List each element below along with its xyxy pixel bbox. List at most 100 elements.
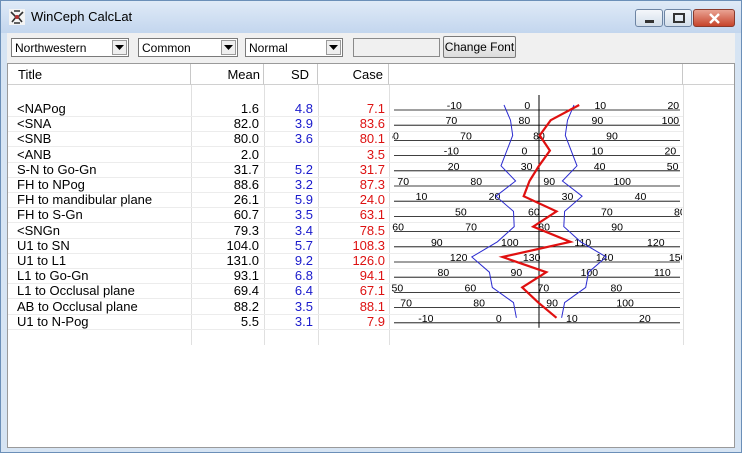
row-title: FH to S-Gn: [17, 207, 83, 223]
row-sd: 9.2: [294, 253, 313, 268]
scale-tick-label: 0: [524, 100, 530, 112]
scale-tick-label: 10: [416, 191, 428, 203]
row-title: <NAPog: [17, 101, 66, 116]
row-sd: 6.8: [294, 268, 313, 284]
row-mean: 69.4: [233, 283, 259, 299]
row-mean: 5.5: [240, 313, 259, 329]
region-select-value: Northwestern: [15, 41, 87, 55]
change-font-button[interactable]: Change Font: [443, 36, 516, 58]
row-sd: 5.2: [294, 161, 313, 177]
scale-tick-label: 120: [450, 252, 468, 264]
scale-tick-label: 40: [635, 191, 647, 203]
row-mean: 80.0: [233, 131, 259, 147]
row-title: <SNB: [17, 131, 52, 147]
scale-tick-label: 90: [592, 115, 604, 127]
row-title: FH to mandibular plane: [17, 192, 153, 208]
scale-tick-label: 130: [523, 252, 541, 264]
chevron-down-icon[interactable]: [326, 40, 341, 55]
scale-tick-label: 20: [667, 100, 679, 112]
scale-tick-label: 10: [566, 313, 578, 325]
row-sd: 3.6: [294, 131, 313, 147]
group-select[interactable]: Common: [138, 38, 238, 57]
scale-tick-label: 10: [592, 146, 604, 158]
scale-tick-label: 60: [392, 130, 399, 142]
column-divider: [318, 85, 319, 345]
row-mean: 131.0: [226, 253, 259, 268]
sd-minus-polygon: [470, 104, 517, 318]
scale-tick-label: 50: [455, 206, 467, 218]
row-case: 87.3: [359, 177, 385, 192]
row-sd: 3.2: [294, 177, 313, 192]
row-title: L1 to Occlusal plane: [17, 283, 135, 299]
header-chart[interactable]: [389, 64, 683, 85]
scale-tick-label: 90: [611, 222, 623, 234]
maximize-button[interactable]: [664, 9, 692, 27]
row-mean: 88.2: [233, 298, 259, 314]
scale-tick-label: 90: [606, 130, 618, 142]
row-case: 67.1: [359, 283, 385, 299]
scale-tick-label: 70: [465, 222, 477, 234]
group-select-value: Common: [142, 41, 191, 55]
scale-tick-label: 90: [511, 267, 523, 279]
scale-tick-label: 80: [519, 115, 531, 127]
profile-chart: -100102070809010060708090-10010202030405…: [392, 95, 682, 328]
row-sd: 5.7: [294, 237, 313, 253]
row-case: 7.9: [366, 313, 385, 329]
title-bar[interactable]: WinCeph CalcLat: [1, 1, 741, 33]
app-icon: [9, 9, 25, 25]
scale-tick-label: 90: [431, 237, 443, 249]
row-mean: 2.0: [240, 146, 259, 162]
text-field[interactable]: [353, 38, 440, 57]
type-select[interactable]: Normal: [245, 38, 343, 57]
scale-tick-label: 0: [521, 146, 527, 158]
row-title: U1 to L1: [17, 253, 67, 268]
scale-tick-label: 80: [470, 176, 482, 188]
scale-tick-label: 60: [392, 222, 404, 234]
row-title: AB to Occlusal plane: [17, 298, 138, 314]
scale-tick-label: 110: [654, 267, 671, 279]
scale-tick-label: 80: [473, 298, 485, 310]
chevron-down-icon[interactable]: [112, 40, 127, 55]
row-mean: 26.1: [233, 192, 259, 208]
row-title: L1 to Go-Gn: [17, 268, 89, 284]
minimize-button[interactable]: [635, 9, 663, 27]
row-mean: 82.0: [233, 116, 259, 132]
row-title: S-N to Go-Gn: [17, 161, 97, 177]
row-case: 80.1: [359, 131, 385, 147]
row-case: 3.5: [366, 146, 385, 162]
scale-tick-label: 20: [489, 191, 501, 203]
row-case: 63.1: [359, 207, 385, 223]
header-case[interactable]: Case: [318, 64, 389, 85]
data-table: Title Mean SD Case <NAPog 1.6 4.8 7.1 <SNA 82…: [7, 63, 735, 448]
row-title: U1 to N-Pog: [17, 313, 89, 329]
scale-tick-label: 30: [562, 191, 574, 203]
close-icon: [709, 13, 720, 24]
row-mean: 88.6: [233, 177, 259, 192]
row-case: 126.0: [352, 253, 385, 268]
row-title: <SNGn: [17, 222, 60, 238]
close-button[interactable]: [693, 9, 735, 27]
sd-plus-polygon: [561, 104, 608, 318]
row-mean: 31.7: [233, 161, 259, 177]
row-sd: 6.4: [294, 283, 313, 299]
row-sd: 3.4: [294, 222, 313, 238]
header-title[interactable]: Title: [8, 64, 191, 85]
chevron-down-icon[interactable]: [221, 40, 236, 55]
column-divider: [191, 85, 192, 345]
row-title: U1 to SN: [17, 237, 70, 253]
type-select-value: Normal: [249, 41, 288, 55]
row-mean: 1.6: [240, 101, 259, 116]
column-divider: [264, 85, 265, 345]
scale-tick-label: 70: [601, 206, 613, 218]
header-mean[interactable]: Mean: [191, 64, 264, 85]
scale-tick-label: 0: [496, 313, 502, 325]
row-case: 88.1: [359, 298, 385, 314]
row-mean: 60.7: [233, 207, 259, 223]
scale-tick-label: 100: [613, 176, 631, 188]
scale-tick-label: 70: [460, 130, 472, 142]
scale-tick-label: 90: [546, 298, 558, 310]
header-sd[interactable]: SD: [264, 64, 318, 85]
region-select[interactable]: Northwestern: [11, 38, 129, 57]
column-divider: [683, 85, 684, 345]
scale-tick-label: 20: [639, 313, 651, 325]
